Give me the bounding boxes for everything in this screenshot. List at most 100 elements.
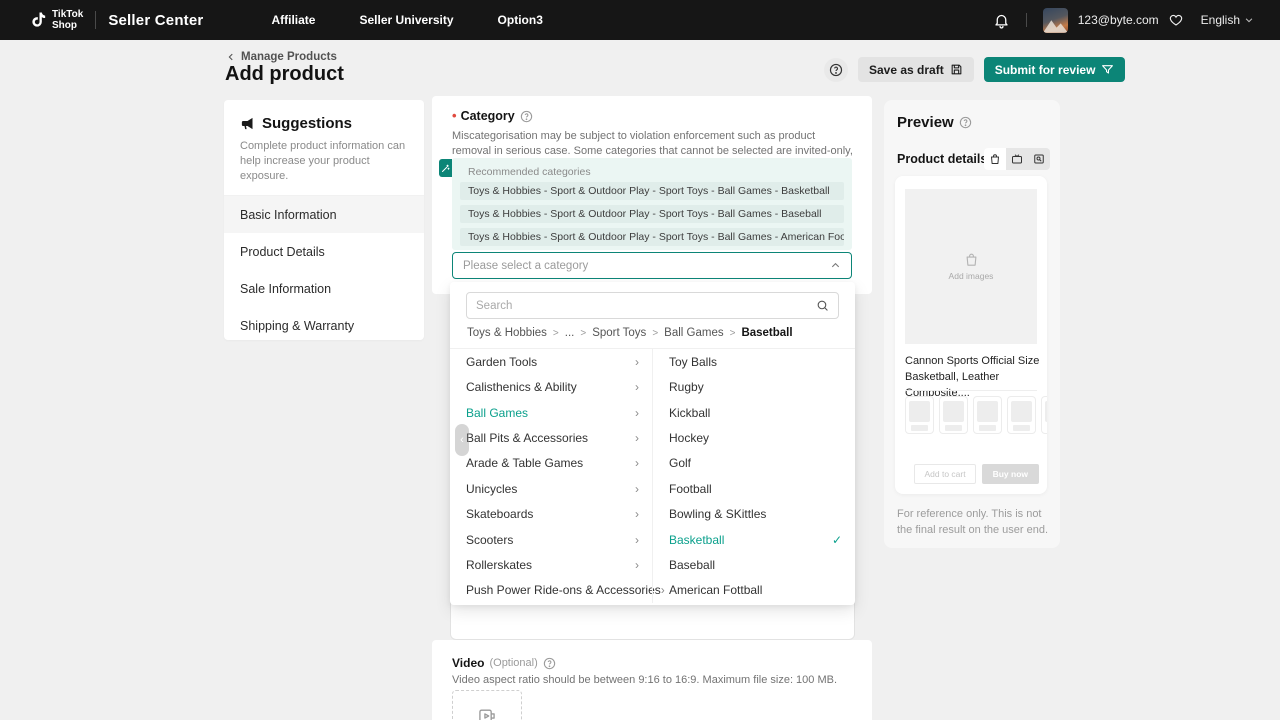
language-selector[interactable]: English	[1201, 13, 1254, 27]
recommended-category-baseball[interactable]: Toys & Hobbies - Sport & Outdoor Play - …	[460, 205, 844, 223]
category-option-hockey[interactable]: Hockey	[653, 425, 855, 450]
header-actions: Save as draft Submit for review	[824, 57, 1125, 82]
category-search-input[interactable]	[476, 300, 816, 312]
category-option-toy-balls[interactable]: Toy Balls	[653, 349, 855, 374]
recommended-categories-box: Recommended categories Toys & Hobbies - …	[452, 158, 852, 250]
category-option-ball-games[interactable]: Ball Games›	[450, 400, 652, 425]
heart-icon[interactable]	[1169, 13, 1183, 27]
option-label: Push Power Ride-ons & Accessories	[466, 583, 661, 597]
breadcrumb-toys-hobbies[interactable]: Toys & Hobbies	[467, 327, 547, 339]
chevron-right-icon: ›	[635, 406, 639, 420]
suggestions-header: Suggestions	[224, 100, 424, 132]
category-option-football[interactable]: Football	[653, 476, 855, 501]
sidebar-item-shipping-warranty[interactable]: Shipping & Warranty	[224, 307, 424, 344]
recommended-category-american-football[interactable]: Toys & Hobbies - Sport & Outdoor Play - …	[460, 228, 844, 246]
chevron-right-icon: ›	[635, 355, 639, 369]
category-section-title: • Category	[452, 109, 533, 123]
video-help-icon[interactable]	[543, 657, 556, 670]
page-help-button[interactable]	[824, 58, 848, 82]
breadcrumb-separator: >	[730, 328, 736, 339]
preview-help-icon[interactable]	[959, 116, 972, 129]
option-label: Toy Balls	[669, 355, 717, 369]
breadcrumb-separator: >	[652, 328, 658, 339]
video-upload-dropzone[interactable]	[452, 690, 522, 720]
chevron-left-icon	[226, 52, 236, 62]
bag-icon	[964, 252, 979, 267]
question-icon	[829, 63, 843, 77]
thumbnail-placeholder	[973, 396, 1002, 434]
chevron-up-icon	[830, 260, 841, 271]
category-option-baseball[interactable]: Baseball	[653, 552, 855, 577]
account-email[interactable]: 123@byte.com	[1078, 13, 1159, 27]
preview-mode-search-button[interactable]	[1028, 148, 1050, 170]
user-avatar[interactable]	[1043, 8, 1068, 33]
category-option-unicycles[interactable]: Unicycles›	[450, 476, 652, 501]
notification-bell-icon[interactable]	[993, 12, 1010, 29]
category-option-american-fottball[interactable]: American Fottball	[653, 578, 855, 603]
nav-link-seller-university[interactable]: Seller University	[359, 13, 453, 27]
option-label: Scooters	[466, 533, 513, 547]
add-to-cart-button[interactable]: Add to cart	[914, 464, 975, 484]
thumbnail-placeholder	[1041, 396, 1047, 434]
buy-now-button[interactable]: Buy now	[982, 464, 1039, 484]
sidebar-item-basic-information[interactable]: Basic Information	[224, 196, 424, 233]
category-option-garden-tools[interactable]: Garden Tools›	[450, 349, 652, 374]
chevron-right-icon: ›	[635, 558, 639, 572]
video-section-title: Video (Optional)	[452, 656, 556, 670]
category-option-ball-pits-accessories[interactable]: Ball Pits & Accessories›	[450, 425, 652, 450]
category-help-icon[interactable]	[520, 110, 533, 123]
breadcrumb-separator: >	[580, 328, 586, 339]
language-label: English	[1201, 13, 1240, 27]
breadcrumb-basketball[interactable]: Basetball	[741, 327, 792, 339]
category-option-arade-table-games[interactable]: Arade & Table Games›	[450, 451, 652, 476]
breadcrumb-ellipsis[interactable]: ...	[565, 327, 575, 339]
sidebar-item-product-details[interactable]: Product Details	[224, 233, 424, 270]
search-icon[interactable]	[816, 299, 829, 312]
live-tv-icon	[1011, 153, 1023, 165]
video-description: Video aspect ratio should be between 9:1…	[452, 674, 837, 686]
megaphone-icon	[240, 116, 255, 131]
category-option-golf[interactable]: Golf	[653, 451, 855, 476]
suggestions-panel: Suggestions Complete product information…	[224, 100, 424, 340]
chevron-right-icon: ›	[635, 482, 639, 496]
option-label: Calisthenics & Ability	[466, 380, 577, 394]
save-as-draft-button[interactable]: Save as draft	[858, 57, 974, 82]
preview-mode-live-button[interactable]	[1006, 148, 1028, 170]
breadcrumb-separator: >	[553, 328, 559, 339]
breadcrumb-ball-games[interactable]: Ball Games	[664, 327, 723, 339]
option-label: Golf	[669, 456, 691, 470]
breadcrumb-sport-toys[interactable]: Sport Toys	[592, 327, 646, 339]
add-product-page: TikTok Shop Seller Center Affiliate Sell…	[0, 0, 1280, 720]
category-option-push-power-ride-ons[interactable]: Push Power Ride-ons & Accessories›	[450, 578, 652, 603]
preview-panel: Preview Product details Add images Canno…	[884, 100, 1060, 548]
category-select[interactable]: Please select a category	[452, 252, 852, 279]
category-option-bowling-skittles[interactable]: Bowling & SKittles	[653, 501, 855, 526]
chevron-right-icon: ›	[635, 507, 639, 521]
video-optional-label: (Optional)	[489, 657, 537, 669]
nav-link-affiliate[interactable]: Affiliate	[271, 13, 315, 27]
category-option-skateboards[interactable]: Skateboards ›	[450, 501, 652, 526]
nav-account-area: 123@byte.com English	[993, 8, 1254, 33]
submit-for-review-button[interactable]: Submit for review	[984, 57, 1126, 82]
collapse-handle[interactable]: ‹	[455, 424, 469, 456]
sidebar-item-sale-information[interactable]: Sale Information	[224, 270, 424, 307]
divider	[905, 390, 1037, 391]
category-option-basketball[interactable]: Basketball✓	[653, 527, 855, 552]
option-label: Baseball	[669, 558, 715, 572]
recommended-category-basketball[interactable]: Toys & Hobbies - Sport & Outdoor Play - …	[460, 182, 844, 200]
category-option-kickball[interactable]: Kickball	[653, 400, 855, 425]
nav-link-option3[interactable]: Option3	[498, 13, 543, 27]
chevron-down-icon	[1244, 15, 1254, 25]
category-option-calisthenics-ability[interactable]: Calisthenics & Ability ›	[450, 374, 652, 399]
chevron-right-icon: ›	[635, 380, 639, 394]
chevron-right-icon: ›	[635, 431, 639, 445]
preview-mode-product-button[interactable]	[984, 148, 1006, 170]
category-option-scooters[interactable]: Scooters›	[450, 527, 652, 552]
category-option-rugby[interactable]: Rugby	[653, 374, 855, 399]
breadcrumb-back[interactable]: Manage Products	[226, 51, 337, 63]
category-option-rollerskates[interactable]: Rollerskates›	[450, 552, 652, 577]
tiktok-shop-logo[interactable]: TikTok Shop	[28, 9, 83, 31]
ai-suggestion-badge	[439, 159, 452, 177]
option-label: Skateboards	[466, 507, 533, 521]
required-marker: •	[452, 111, 457, 121]
